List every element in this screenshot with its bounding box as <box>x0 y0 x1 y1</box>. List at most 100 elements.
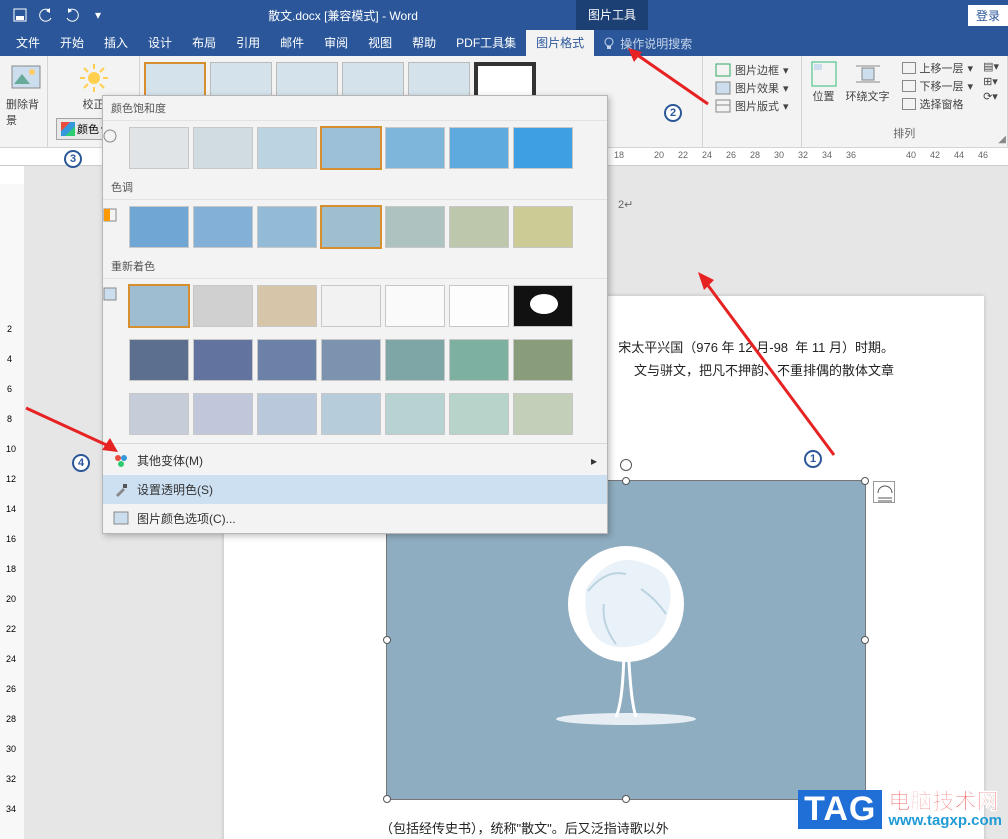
quick-access-toolbar: ▾ <box>0 3 110 27</box>
position-button[interactable]: 位置 <box>810 60 838 112</box>
recolor-swatch[interactable] <box>129 393 189 435</box>
rotate-handle[interactable] <box>620 459 632 471</box>
more-variations-item[interactable]: 其他变体(M) ▸ <box>103 446 607 475</box>
save-button[interactable] <box>8 3 32 27</box>
lightbulb-icon <box>602 36 616 50</box>
redo-button[interactable] <box>60 3 84 27</box>
eyedropper-icon <box>113 482 129 498</box>
section-tone-label: 色调 <box>103 175 607 200</box>
selection-pane-button[interactable]: 选择窗格 <box>902 96 974 112</box>
tone-swatch[interactable] <box>449 206 509 248</box>
tab-help[interactable]: 帮助 <box>402 30 446 56</box>
recolor-swatch[interactable] <box>513 285 573 327</box>
saturation-swatch[interactable] <box>513 127 573 169</box>
tab-file[interactable]: 文件 <box>6 30 50 56</box>
login-button[interactable]: 登录 <box>968 5 1008 26</box>
tone-swatch[interactable] <box>321 206 381 248</box>
tone-swatch[interactable] <box>129 206 189 248</box>
vertical-ruler[interactable]: 2 4 6 8 10 12 14 16 18 20 22 24 26 28 30… <box>0 184 24 839</box>
recolor-swatch[interactable] <box>257 393 317 435</box>
recolor-swatch[interactable] <box>193 285 253 327</box>
watermark: TAG 电脑技术网 www.tagxp.com <box>798 790 1002 829</box>
wrap-icon <box>854 60 882 88</box>
saturation-swatch[interactable] <box>129 127 189 169</box>
resize-handle-e[interactable] <box>861 636 869 644</box>
resize-handle-ne[interactable] <box>861 477 869 485</box>
recolor-swatch[interactable] <box>193 339 253 381</box>
recolor-icon <box>103 287 117 301</box>
color-dropdown-panel: 颜色饱和度 色调 重新着色 <box>102 95 608 534</box>
tab-layout[interactable]: 布局 <box>182 30 226 56</box>
tab-view[interactable]: 视图 <box>358 30 402 56</box>
layout-options-button[interactable] <box>873 481 895 503</box>
section-saturation-label: 颜色饱和度 <box>103 96 607 121</box>
recolor-swatch[interactable] <box>385 339 445 381</box>
tone-swatch[interactable] <box>513 206 573 248</box>
saturation-row <box>121 121 581 175</box>
recolor-swatch[interactable] <box>193 393 253 435</box>
resize-handle-s[interactable] <box>622 795 630 803</box>
recolor-swatch[interactable] <box>321 285 381 327</box>
group-button[interactable]: ⊞▾ <box>983 75 999 88</box>
dialog-launcher-icon[interactable]: ◢ <box>998 134 1006 145</box>
watermark-cn: 电脑技术网 <box>888 791 1002 813</box>
recolor-swatch[interactable] <box>513 393 573 435</box>
tab-home[interactable]: 开始 <box>50 30 94 56</box>
recolor-swatch[interactable] <box>449 393 509 435</box>
picture-effects-button[interactable]: 图片效果 ▾ <box>715 80 789 96</box>
bring-forward-button[interactable]: 上移一层 ▾ <box>902 60 974 76</box>
pic-effects-label: 图片效果 <box>735 80 779 96</box>
recolor-swatch[interactable] <box>321 339 381 381</box>
tone-swatch[interactable] <box>385 206 445 248</box>
send-backward-button[interactable]: 下移一层 ▾ <box>902 78 974 94</box>
tab-design[interactable]: 设计 <box>138 30 182 56</box>
remove-bg-label: 删除背景 <box>6 96 46 128</box>
rotate-button[interactable]: ⟳▾ <box>983 90 999 103</box>
tab-mailings[interactable]: 邮件 <box>270 30 314 56</box>
recolor-swatch[interactable] <box>129 339 189 381</box>
wrap-label: 环绕文字 <box>846 88 890 104</box>
resize-handle-w[interactable] <box>383 636 391 644</box>
undo-button[interactable] <box>34 3 58 27</box>
set-transparent-color-item[interactable]: 设置透明色(S) <box>103 475 607 504</box>
watermark-tag: TAG <box>798 790 882 829</box>
tab-review[interactable]: 审阅 <box>314 30 358 56</box>
wrap-text-button[interactable]: 环绕文字 <box>846 60 890 112</box>
color-label: 颜色 <box>77 121 99 137</box>
recolor-swatch[interactable] <box>385 285 445 327</box>
recolor-swatch[interactable] <box>129 285 189 327</box>
saturation-swatch[interactable] <box>449 127 509 169</box>
picture-layout-button[interactable]: 图片版式 ▾ <box>715 98 789 114</box>
saturation-swatch[interactable] <box>193 127 253 169</box>
recolor-swatch[interactable] <box>321 393 381 435</box>
resize-handle-sw[interactable] <box>383 795 391 803</box>
recolor-swatch[interactable] <box>449 285 509 327</box>
recolor-swatch[interactable] <box>449 339 509 381</box>
align-button[interactable]: ▤▾ <box>983 60 999 73</box>
document-title: 散文.docx [兼容模式] - Word <box>110 7 576 24</box>
ribbon-tabs: 文件 开始 插入 设计 布局 引用 邮件 审阅 视图 帮助 PDF工具集 图片格… <box>0 30 1008 56</box>
recolor-row3 <box>121 387 581 441</box>
tab-references[interactable]: 引用 <box>226 30 270 56</box>
tone-swatch[interactable] <box>257 206 317 248</box>
tab-pdf-tools[interactable]: PDF工具集 <box>446 30 526 56</box>
group-arrange: 位置 环绕文字 上移一层 ▾ 下移一层 ▾ 选择窗格 ▤▾ ⊞▾ ⟳▾ 排列 <box>802 56 1008 147</box>
layer-icon <box>902 62 916 74</box>
saturation-swatch[interactable] <box>321 127 381 169</box>
resize-handle-n[interactable] <box>622 477 630 485</box>
saturation-swatch[interactable] <box>257 127 317 169</box>
tab-picture-format[interactable]: 图片格式 <box>526 30 594 56</box>
saturation-swatch[interactable] <box>385 127 445 169</box>
picture-color-options-item[interactable]: 图片颜色选项(C)... <box>103 504 607 533</box>
recolor-row2 <box>121 333 581 387</box>
title-bar: ▾ 散文.docx [兼容模式] - Word 图片工具 登录 <box>0 0 1008 30</box>
picture-border-button[interactable]: 图片边框 ▾ <box>715 62 789 78</box>
tone-swatch[interactable] <box>193 206 253 248</box>
remove-background-button[interactable]: 删除背景 <box>6 58 46 128</box>
recolor-swatch[interactable] <box>385 393 445 435</box>
tab-insert[interactable]: 插入 <box>94 30 138 56</box>
recolor-swatch[interactable] <box>257 285 317 327</box>
qat-customize[interactable]: ▾ <box>86 3 110 27</box>
recolor-swatch[interactable] <box>257 339 317 381</box>
recolor-swatch[interactable] <box>513 339 573 381</box>
